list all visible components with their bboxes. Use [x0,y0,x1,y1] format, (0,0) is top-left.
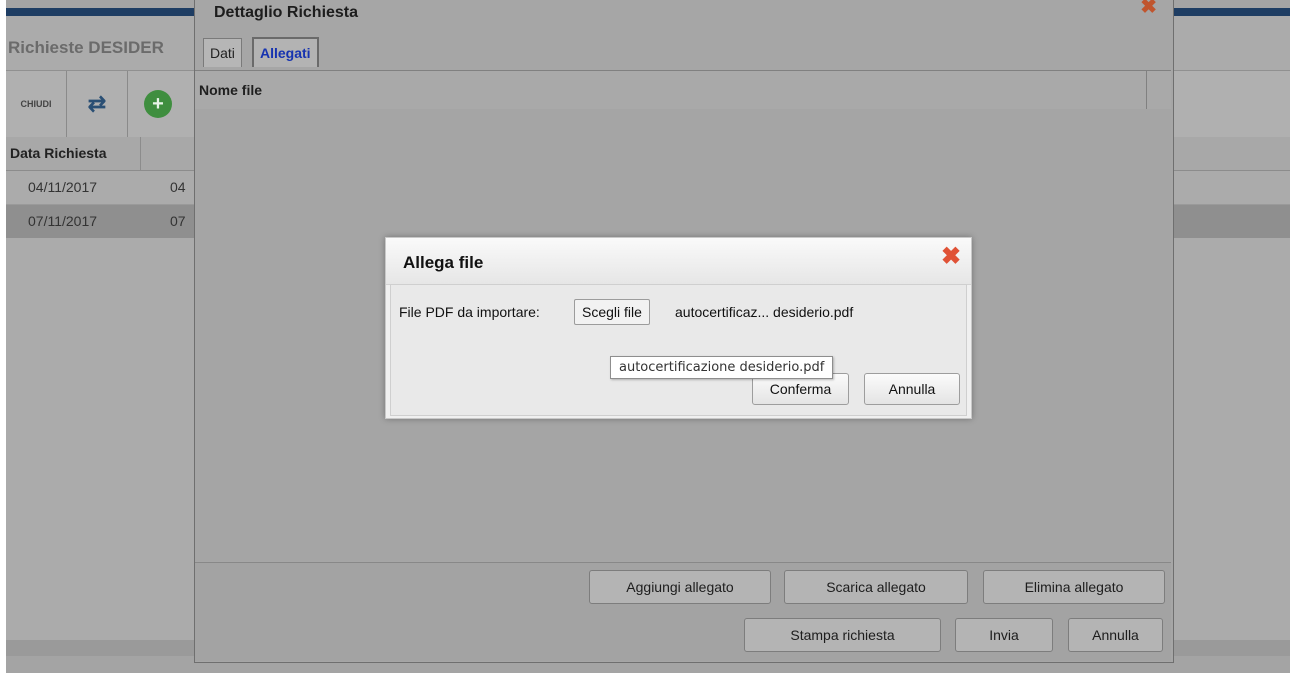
refresh-button[interactable]: ⇄ [67,71,128,137]
modal-cancel-button[interactable]: Annulla [864,373,960,405]
send-button[interactable]: Invia [955,618,1053,652]
refresh-icon: ⇄ [87,91,107,116]
file-name-tooltip: autocertificazione desiderio.pdf [610,356,834,379]
grid-scrollbar-corner [1146,71,1169,109]
tab-allegati[interactable]: Allegati [252,37,319,67]
add-icon: + [144,90,172,118]
choose-file-button[interactable]: Scegli file [574,299,650,325]
delete-attachment-button[interactable]: Elimina allegato [983,570,1165,604]
column-header-nome-file[interactable]: Nome file [199,71,262,109]
dialog-close-icon[interactable]: ✖ [1140,0,1157,19]
attachment-button-bar: Aggiungi allegato Scarica allegato Elimi… [195,562,1171,612]
dialog-title: Dettaglio Richiesta [214,4,359,21]
selected-file-name: autocertificaz... desiderio.pdf [675,304,854,320]
tab-dati[interactable]: Dati [203,38,242,67]
dialog-footer: Stampa richiesta Invia Annulla [195,611,1171,661]
close-button[interactable]: CHIUDI [6,71,67,137]
table-cell-date: 07/11/2017 [28,213,98,229]
download-attachment-button[interactable]: Scarica allegato [784,570,968,604]
modal-title: Allega file [403,253,484,272]
attachments-grid-header: Nome file [195,70,1171,110]
modal-header: Allega file ✖ [386,238,971,285]
table-cell: 07 [170,213,186,229]
column-header-data-richiesta[interactable]: Data Richiesta [10,137,141,170]
attach-file-modal: Allega file ✖ File PDF da importare: Sce… [385,237,972,419]
close-label: CHIUDI [20,99,52,109]
cancel-button[interactable]: Annulla [1068,618,1163,652]
add-attachment-button[interactable]: Aggiungi allegato [589,570,771,604]
table-cell: 04 [170,179,186,195]
table-cell-date: 04/11/2017 [28,179,98,195]
modal-close-icon[interactable]: ✖ [939,245,963,269]
print-request-button[interactable]: Stampa richiesta [744,618,941,652]
modal-body: File PDF da importare: Scegli file autoc… [390,284,967,416]
add-button[interactable]: + [128,71,188,137]
page-title: Richieste DESIDER [8,38,164,57]
pdf-import-label: File PDF da importare: [399,304,540,320]
